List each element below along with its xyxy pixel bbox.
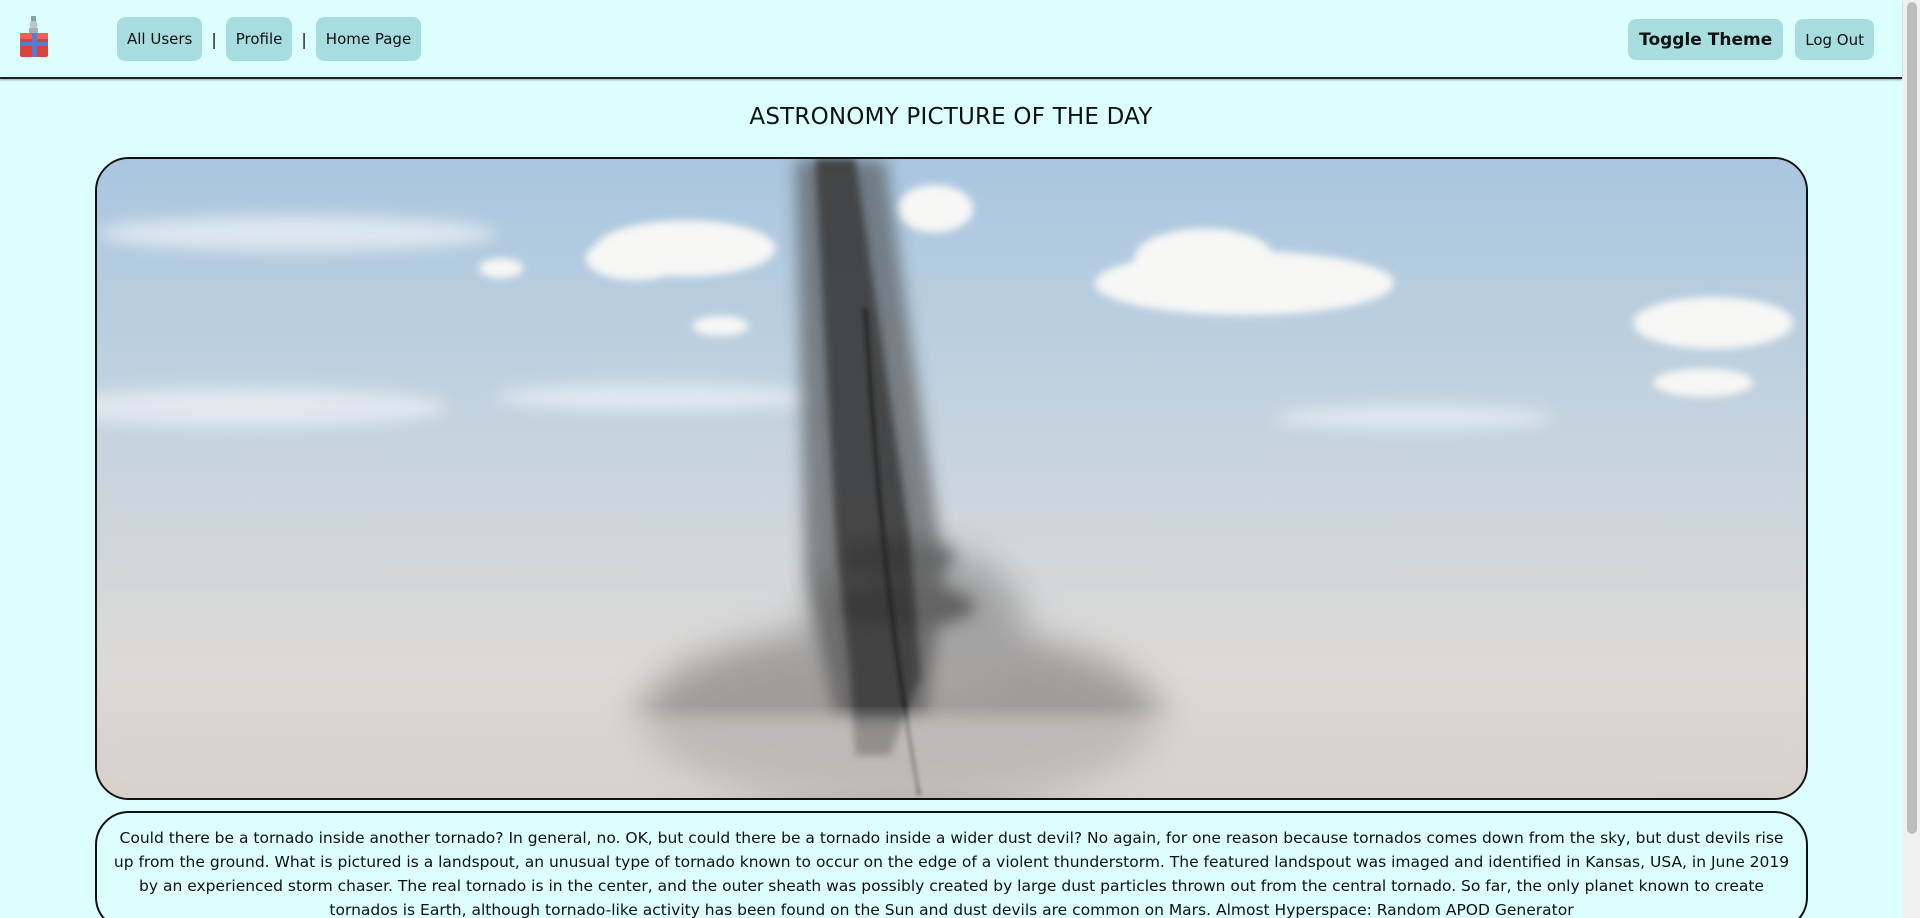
main-nav: All Users | Profile | Home Page — [117, 17, 422, 61]
home-page-button[interactable]: Home Page — [315, 17, 422, 61]
nav-separator: | — [211, 29, 217, 49]
all-users-button[interactable]: All Users — [117, 17, 203, 61]
log-out-button[interactable]: Log Out — [1795, 19, 1874, 60]
page: All Users | Profile | Home Page Toggle T… — [0, 0, 1920, 918]
toggle-theme-button[interactable]: Toggle Theme — [1628, 19, 1784, 60]
apod-explanation: Could there be a tornado inside another … — [95, 811, 1808, 918]
nav-separator: | — [301, 29, 307, 49]
scrollbar-thumb[interactable] — [1907, 2, 1917, 834]
profile-button[interactable]: Profile — [225, 17, 293, 61]
top-navbar: All Users | Profile | Home Page Toggle T… — [0, 0, 1902, 79]
apod-image — [95, 157, 1808, 800]
vertical-scrollbar[interactable] — [1903, 0, 1920, 918]
header-actions: Toggle Theme Log Out — [1628, 19, 1874, 60]
page-title: ASTRONOMY PICTURE OF THE DAY — [749, 104, 1153, 130]
landspout-photo — [97, 159, 1806, 798]
gift-box-robot-logo[interactable] — [18, 16, 50, 58]
